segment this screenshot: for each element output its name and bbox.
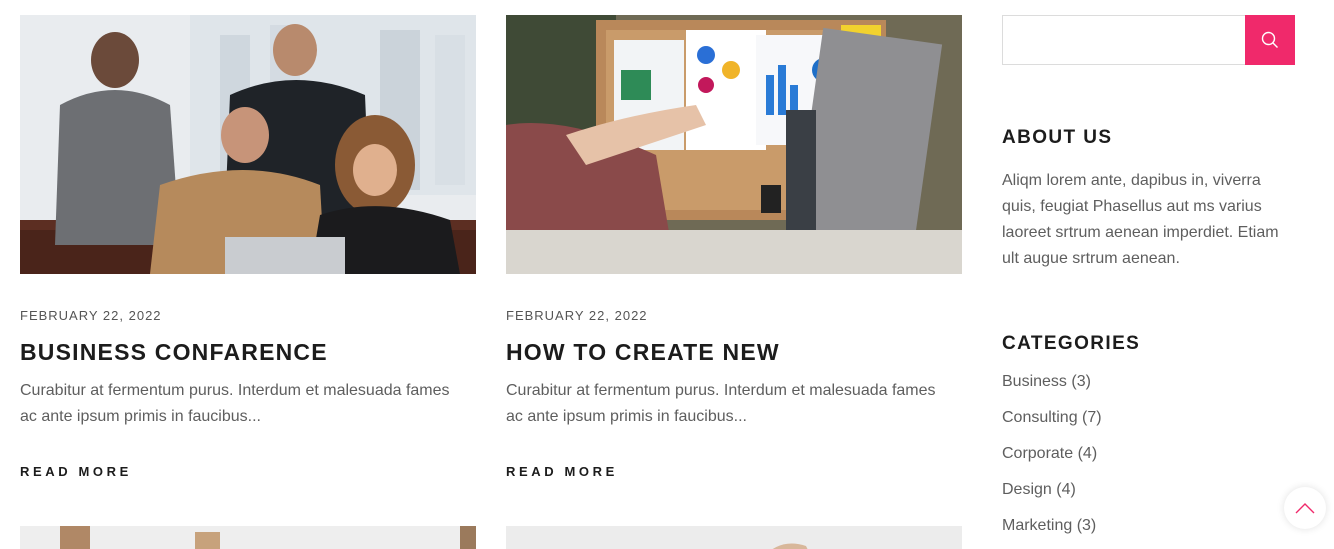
about-text: Aliqm lorem ante, dapibus in, viverra qu… bbox=[1002, 172, 1279, 267]
category-link-design[interactable]: Design (4) bbox=[1002, 481, 1076, 498]
post-thumbnail-link[interactable] bbox=[20, 15, 476, 274]
categories-title: CATEGORIES bbox=[1002, 333, 1141, 354]
post-thumbnail-partial[interactable] bbox=[506, 526, 962, 549]
post-title[interactable]: HOW TO CREATE NEW bbox=[506, 338, 962, 366]
business-team-photo bbox=[20, 15, 476, 274]
category-item: Business (3) bbox=[1002, 372, 1302, 392]
post-card: FEBRUARY 22, 2022 HOW TO CREATE NEW Cura… bbox=[506, 15, 962, 481]
category-link-business[interactable]: Business (3) bbox=[1002, 373, 1091, 390]
category-link-corporate[interactable]: Corporate (4) bbox=[1002, 445, 1097, 462]
search-form bbox=[1002, 15, 1295, 65]
category-link-consulting[interactable]: Consulting (7) bbox=[1002, 409, 1102, 426]
post-date: FEBRUARY 22, 2022 bbox=[20, 308, 162, 323]
post-photo-partial bbox=[20, 526, 476, 549]
categories-list: Business (3) Consulting (7) Corporate (4… bbox=[1002, 372, 1302, 536]
chevron-up-icon bbox=[1295, 503, 1315, 514]
sidebar: ABOUT US Aliqm lorem ante, dapibus in, v… bbox=[1002, 15, 1302, 549]
scroll-to-top-button[interactable] bbox=[1284, 487, 1326, 529]
post-excerpt: Curabitur at fermentum purus. Interdum e… bbox=[506, 382, 936, 425]
post-thumbnail-link[interactable] bbox=[506, 15, 962, 274]
post-title[interactable]: BUSINESS CONFARENCE bbox=[20, 338, 476, 366]
charts-corkboard-photo bbox=[506, 15, 962, 274]
search-input[interactable] bbox=[1002, 15, 1245, 65]
category-item: Corporate (4) bbox=[1002, 444, 1302, 464]
post-photo-partial bbox=[506, 526, 962, 549]
search-button[interactable] bbox=[1245, 15, 1295, 65]
post-card: FEBRUARY 22, 2022 BUSINESS CONFARENCE Cu… bbox=[20, 15, 476, 481]
read-more-link[interactable]: READ MORE bbox=[506, 464, 618, 479]
read-more-link[interactable]: READ MORE bbox=[20, 464, 132, 479]
about-title: ABOUT US bbox=[1002, 127, 1113, 148]
post-excerpt: Curabitur at fermentum purus. Interdum e… bbox=[20, 382, 450, 425]
post-thumbnail-partial[interactable] bbox=[20, 526, 476, 549]
category-link-marketing[interactable]: Marketing (3) bbox=[1002, 517, 1096, 534]
post-date: FEBRUARY 22, 2022 bbox=[506, 308, 648, 323]
category-item: Design (4) bbox=[1002, 480, 1302, 500]
search-icon bbox=[1261, 31, 1278, 48]
category-item: Marketing (3) bbox=[1002, 516, 1302, 536]
category-item: Consulting (7) bbox=[1002, 408, 1302, 428]
